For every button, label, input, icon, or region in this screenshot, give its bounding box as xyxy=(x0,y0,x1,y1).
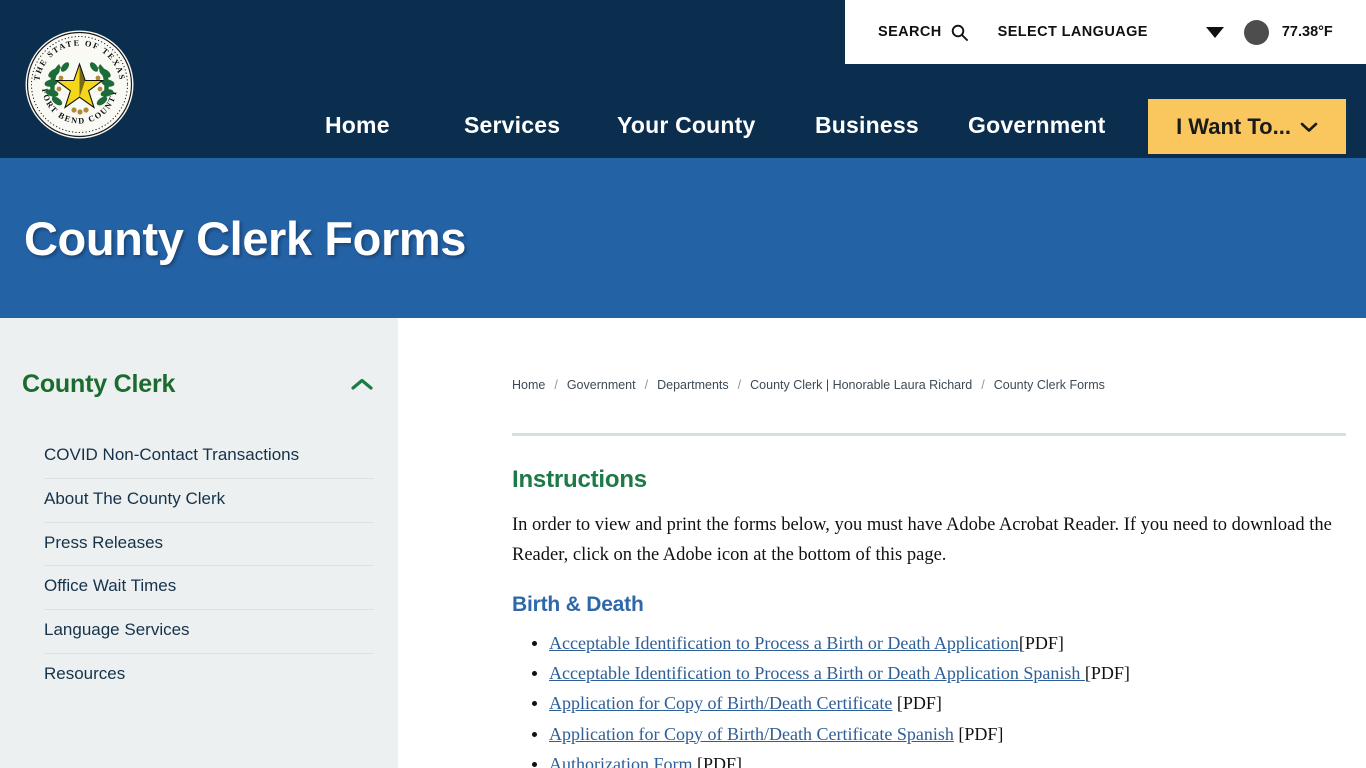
form-link-copy-birth-death-certificate[interactable]: Application for Copy of Birth/Death Cert… xyxy=(549,693,892,713)
form-link-copy-birth-death-certificate-spanish[interactable]: Application for Copy of Birth/Death Cert… xyxy=(549,724,954,744)
form-link-acceptable-id-birth-death-spanish[interactable]: Acceptable Identification to Process a B… xyxy=(549,663,1085,683)
sidebar-title: County Clerk xyxy=(22,370,176,398)
breadcrumb-separator: / xyxy=(554,378,558,392)
sidebar-menu: COVID Non-Contact Transactions About The… xyxy=(0,435,398,697)
main-content: Home / Government / Departments / County… xyxy=(398,318,1366,768)
list-item: Application for Copy of Birth/Death Cert… xyxy=(532,688,1366,718)
form-link-authorization-form[interactable]: Authorization Form xyxy=(549,754,692,768)
page-title: County Clerk Forms xyxy=(24,211,466,265)
pdf-tag: [PDF] xyxy=(696,753,742,768)
sidebar: County Clerk COVID Non-Contact Transacti… xyxy=(0,318,398,768)
sidebar-item-about-the-county-clerk[interactable]: About The County Clerk xyxy=(44,479,374,523)
list-item: Acceptable Identification to Process a B… xyxy=(532,628,1366,658)
breadcrumb-item-government[interactable]: Government xyxy=(567,378,636,392)
i-want-to-label: I Want To... xyxy=(1176,113,1291,139)
search-button[interactable]: SEARCH xyxy=(878,24,968,41)
birth-and-death-heading: Birth & Death xyxy=(512,592,644,616)
pdf-tag: [PDF] xyxy=(958,723,1004,744)
sidebar-item-resources[interactable]: Resources xyxy=(44,654,374,697)
chevron-down-icon[interactable] xyxy=(1205,26,1224,38)
sidebar-item-language-services[interactable]: Language Services xyxy=(44,610,374,654)
nav-item-home[interactable]: Home xyxy=(325,112,390,139)
form-link-acceptable-id-birth-death[interactable]: Acceptable Identification to Process a B… xyxy=(549,633,1019,653)
select-language-button[interactable]: SELECT LANGUAGE xyxy=(998,24,1148,40)
breadcrumb-item-home[interactable]: Home xyxy=(512,378,545,392)
content-divider xyxy=(512,433,1346,436)
page-title-banner: County Clerk Forms xyxy=(0,158,1366,318)
chevron-down-icon xyxy=(1300,121,1318,133)
sidebar-section-toggle[interactable]: County Clerk xyxy=(0,370,398,399)
search-label: SEARCH xyxy=(878,24,942,40)
i-want-to-button[interactable]: I Want To... xyxy=(1148,99,1346,154)
instructions-paragraph: In order to view and print the forms bel… xyxy=(512,515,1332,565)
breadcrumb-separator: / xyxy=(737,378,742,392)
page-body: County Clerk COVID Non-Contact Transacti… xyxy=(0,318,1366,768)
temperature-display: 77.38°F xyxy=(1281,24,1333,40)
breadcrumb-separator: / xyxy=(981,378,985,392)
pdf-tag: [PDF] xyxy=(1084,663,1130,684)
instructions-heading: Instructions xyxy=(512,466,647,493)
nav-item-services[interactable]: Services xyxy=(464,112,560,139)
chevron-up-icon[interactable] xyxy=(350,377,374,392)
sidebar-item-press-releases[interactable]: Press Releases xyxy=(44,523,374,567)
search-icon[interactable] xyxy=(951,24,968,41)
list-item: Authorization Form [PDF] xyxy=(532,749,1366,768)
sidebar-item-covid-non-contact-transactions[interactable]: COVID Non-Contact Transactions xyxy=(44,435,374,479)
breadcrumb: Home / Government / Departments / County… xyxy=(512,378,1366,392)
breadcrumb-item-county-clerk[interactable]: County Clerk | Honorable Laura Richard xyxy=(750,378,972,392)
list-item: Acceptable Identification to Process a B… xyxy=(532,658,1366,688)
site-header: THE STATE OF TEXAS FORT BEND COUNTY SEAR… xyxy=(0,0,1366,158)
forms-list: Acceptable Identification to Process a B… xyxy=(512,628,1366,768)
nav-item-government[interactable]: Government xyxy=(968,112,1105,139)
pdf-tag: [PDF] xyxy=(1018,632,1064,653)
breadcrumb-item-departments[interactable]: Departments xyxy=(657,378,729,392)
breadcrumb-separator: / xyxy=(644,378,649,392)
breadcrumb-current: County Clerk Forms xyxy=(993,378,1105,392)
list-item: Application for Copy of Birth/Death Cert… xyxy=(532,719,1366,749)
nav-item-your-county[interactable]: Your County xyxy=(617,112,755,139)
sidebar-item-office-wait-times[interactable]: Office Wait Times xyxy=(44,566,374,610)
weather-circle-icon xyxy=(1243,19,1269,45)
nav-item-business[interactable]: Business xyxy=(815,112,919,139)
utility-bar: SEARCH SELECT LANGUAGE 77.38°F xyxy=(845,0,1366,64)
pdf-tag: [PDF] xyxy=(896,693,942,714)
select-language-label: SELECT LANGUAGE xyxy=(997,24,1148,40)
